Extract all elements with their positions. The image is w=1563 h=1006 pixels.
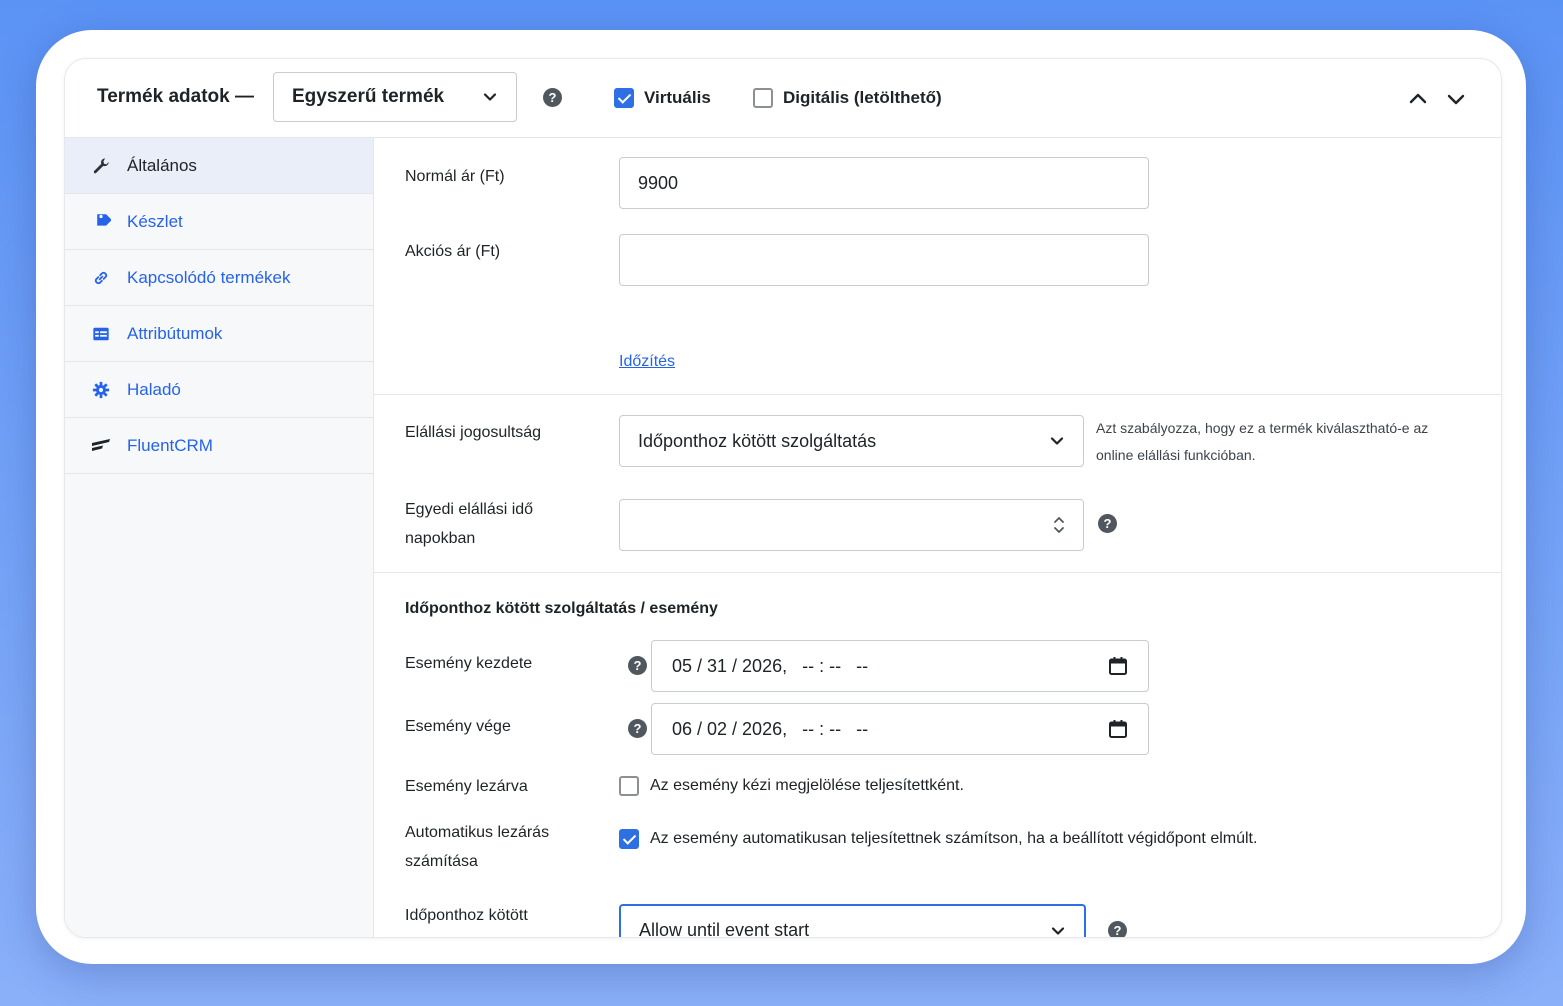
custom-withdrawal-days-label-line2: napokban xyxy=(405,530,476,547)
event-start-label: Esemény kezdete xyxy=(405,655,533,672)
event-closed-text: Az esemény kézi megjelölése teljesítettk… xyxy=(650,777,964,794)
chevron-down-icon xyxy=(483,93,497,101)
general-tab-content: Normál ár (Ft) 9900 Akciós ár (Ft) Időzí… xyxy=(374,138,1501,937)
gear-icon xyxy=(91,380,111,400)
downloadable-checkbox[interactable] xyxy=(753,88,773,108)
custom-withdrawal-days-input[interactable] xyxy=(619,499,1084,551)
virtual-label: Virtuális xyxy=(644,88,711,107)
sidebar-item-label: Kapcsolódó termékek xyxy=(127,267,291,287)
event-start-datetime-input[interactable]: 05 / 31 / 2026, -- : -- -- xyxy=(651,640,1149,692)
sidebar: Általános Készlet Kapcsolódó termékek At… xyxy=(65,138,374,937)
divider xyxy=(374,394,1501,395)
sidebar-item-linked-products[interactable]: Kapcsolódó termékek xyxy=(65,250,373,306)
event-end-label: Esemény vége xyxy=(405,718,511,735)
sale-price-input[interactable] xyxy=(619,234,1149,286)
sidebar-item-inventory[interactable]: Készlet xyxy=(65,194,373,250)
sidebar-item-label: Haladó xyxy=(127,379,181,399)
event-section-title: Időponthoz kötött szolgáltatás / esemény xyxy=(405,600,718,617)
chevron-down-icon xyxy=(1050,437,1064,445)
sidebar-item-fluentcrm[interactable]: FluentCRM xyxy=(65,418,373,474)
sidebar-item-label: FluentCRM xyxy=(127,435,213,455)
schedule-link[interactable]: Időzítés xyxy=(619,353,675,371)
event-end-datetime-input[interactable]: 06 / 02 / 2026, -- : -- -- xyxy=(651,703,1149,755)
auto-close-label-line2: számítása xyxy=(405,853,478,870)
divider xyxy=(374,572,1501,573)
table-icon xyxy=(91,324,111,344)
number-stepper-icon[interactable] xyxy=(1053,514,1065,536)
service-rule-help-icon[interactable]: ? xyxy=(1108,921,1127,937)
sidebar-item-general[interactable]: Általános xyxy=(65,138,373,194)
custom-withdrawal-days-label-line1: Egyedi elállási idő xyxy=(405,501,534,518)
auto-close-label-line1: Automatikus lezárás xyxy=(405,824,550,841)
custom-withdrawal-help-icon[interactable]: ? xyxy=(1098,514,1117,533)
sidebar-item-advanced[interactable]: Haladó xyxy=(65,362,373,418)
service-rule-label-line1: Időponthoz kötött xyxy=(405,907,528,924)
auto-close-text: Az esemény automatikusan teljesítettnek … xyxy=(650,830,1258,847)
product-type-help-icon[interactable]: ? xyxy=(543,88,562,107)
auto-close-checkbox[interactable] xyxy=(619,829,639,849)
sidebar-item-attributes[interactable]: Attribútumok xyxy=(65,306,373,362)
calendar-icon[interactable] xyxy=(1108,719,1128,739)
tag-icon xyxy=(91,212,111,232)
event-start-help-icon[interactable]: ? xyxy=(628,656,647,675)
withdrawal-right-select[interactable]: Időponthoz kötött szolgáltatás xyxy=(619,415,1084,467)
withdrawal-right-description-line1: Azt szabályozza, hogy ez a termék kivála… xyxy=(1096,420,1429,436)
sidebar-item-label: Készlet xyxy=(127,211,183,231)
withdrawal-right-label: Elállási jogosultság xyxy=(405,424,542,441)
product-data-panel: Termék adatok — Egyszerű termék ? Virtuá… xyxy=(64,58,1502,938)
calendar-icon[interactable] xyxy=(1108,656,1128,676)
panel-header: Termék adatok — Egyszerű termék ? Virtuá… xyxy=(65,59,1501,138)
product-type-value: Egyszerű termék xyxy=(292,86,445,107)
virtual-checkbox[interactable] xyxy=(614,88,634,108)
product-type-select[interactable]: Egyszerű termék xyxy=(273,72,517,122)
sidebar-item-label: Általános xyxy=(127,155,197,175)
service-rule-label-line2: szolgáltatás szabálya xyxy=(405,930,557,937)
downloadable-label: Digitális (letölthető) xyxy=(783,88,942,107)
chevron-up-icon[interactable] xyxy=(1408,89,1428,109)
regular-price-input[interactable]: 9900 xyxy=(619,157,1149,209)
event-closed-label: Esemény lezárva xyxy=(405,778,528,795)
panel-title: Termék adatok — xyxy=(97,86,254,107)
chevron-down-icon[interactable] xyxy=(1446,89,1466,109)
link-icon xyxy=(91,268,111,288)
wrench-icon xyxy=(91,156,111,176)
event-closed-checkbox[interactable] xyxy=(619,776,639,796)
regular-price-label: Normál ár (Ft) xyxy=(405,168,505,185)
chevron-down-icon xyxy=(1051,926,1065,935)
withdrawal-right-description-line2: online elállási funkcióban. xyxy=(1096,447,1256,463)
sidebar-item-label: Attribútumok xyxy=(127,323,223,343)
sale-price-label: Akciós ár (Ft) xyxy=(405,243,501,260)
event-end-help-icon[interactable]: ? xyxy=(628,719,647,738)
fluentcrm-icon xyxy=(91,436,111,456)
service-rule-select[interactable]: Allow until event start xyxy=(619,904,1086,937)
